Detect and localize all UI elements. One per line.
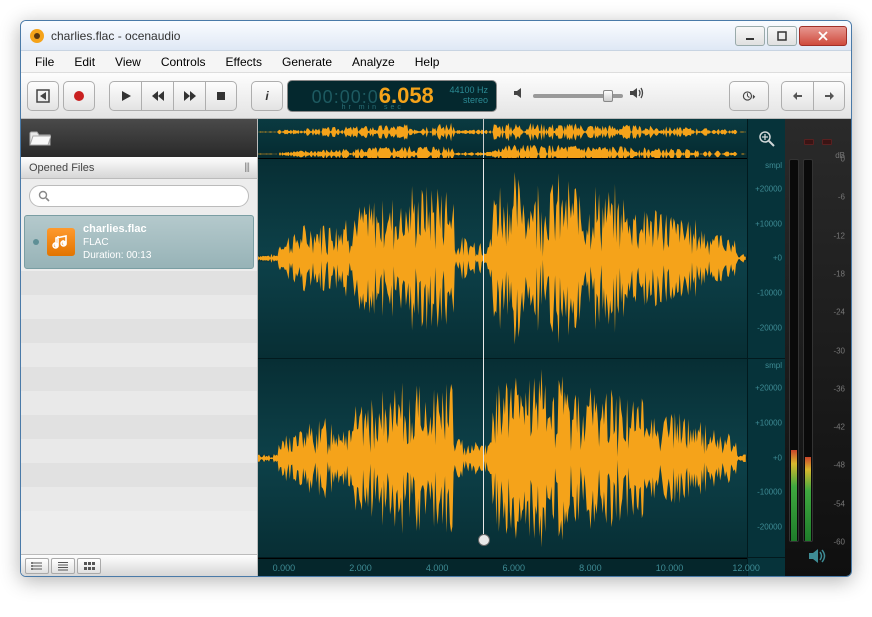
search-input[interactable]: [50, 190, 240, 202]
amp-scale-left: smpl+20000+10000+0-10000-20000: [748, 159, 785, 359]
timecode-display[interactable]: 00:00:06.058 hr min sec 44100 Hz stereo: [287, 80, 497, 112]
transport-group: [109, 81, 237, 111]
file-duration: Duration: 00:13: [83, 249, 151, 262]
timeline-tick: 8.000: [579, 563, 602, 573]
window-title: charlies.flac - ocenaudio: [51, 29, 735, 43]
toolbar: i 00:00:06.058 hr min sec 44100 Hz stere…: [21, 73, 851, 119]
menu-file[interactable]: File: [25, 53, 64, 71]
meter-scale: dB0-6-12-18-24-30-36-42-48-54-60: [817, 159, 847, 542]
list-row: [21, 463, 257, 487]
zoom-in-icon[interactable]: [758, 130, 776, 148]
file-thumb-icon: [47, 228, 75, 256]
window-controls: [735, 26, 847, 46]
timeline-ruler[interactable]: 0.0002.0004.0006.0008.00010.00012.000: [258, 558, 747, 576]
clip-indicator-left[interactable]: [804, 139, 814, 145]
menu-edit[interactable]: Edit: [64, 53, 105, 71]
list-row: [21, 295, 257, 319]
view-list-button[interactable]: [25, 558, 49, 574]
timeline-tick: 2.000: [349, 563, 372, 573]
list-row: [21, 487, 257, 511]
meter-bar-right: [803, 159, 813, 542]
meter-bar-left: [789, 159, 799, 542]
file-meta: charlies.flac FLAC Duration: 00:13: [83, 222, 151, 262]
timecode-rate: 44100 Hz stereo: [449, 86, 488, 106]
nav-group: [781, 81, 845, 111]
active-dot-icon: [33, 239, 39, 245]
minimize-button[interactable]: [735, 26, 765, 46]
list-row: [21, 391, 257, 415]
goto-start-button[interactable]: [27, 81, 59, 111]
waveform-overview[interactable]: [258, 119, 747, 159]
history-button[interactable]: [729, 81, 769, 111]
titlebar: charlies.flac - ocenaudio: [21, 21, 851, 51]
speaker-icon[interactable]: [808, 548, 828, 564]
channel-left[interactable]: [258, 159, 747, 359]
sidebar-folder-bar[interactable]: [21, 119, 257, 157]
play-button[interactable]: [109, 81, 141, 111]
clip-indicator-right[interactable]: [822, 139, 832, 145]
record-button[interactable]: [63, 81, 95, 111]
volume-high-icon: [629, 86, 645, 105]
list-row: [21, 271, 257, 295]
list-row: [21, 319, 257, 343]
sidebar-search: [21, 179, 257, 213]
menu-effects[interactable]: Effects: [216, 53, 272, 71]
volume-slider[interactable]: [533, 94, 623, 98]
amplitude-scale: smpl+20000+10000+0-10000-20000 smpl+2000…: [747, 119, 785, 576]
timeline-tick: 10.000: [656, 563, 684, 573]
amp-scale-right: smpl+20000+10000+0-10000-20000: [748, 359, 785, 559]
file-name: charlies.flac: [83, 222, 151, 236]
playhead[interactable]: [483, 159, 484, 540]
view-grid-button[interactable]: [77, 558, 101, 574]
volume-low-icon: [513, 86, 527, 105]
volume-thumb[interactable]: [603, 90, 613, 102]
search-icon: [38, 190, 50, 202]
folder-icon: [29, 129, 51, 147]
list-row: [21, 343, 257, 367]
stop-button[interactable]: [205, 81, 237, 111]
app-icon: [29, 28, 45, 44]
sidebar-footer: [21, 554, 257, 576]
nav-back-button[interactable]: [781, 81, 813, 111]
content-area: Opened Files ||| charlies.flac FLA: [21, 119, 851, 576]
menu-help[interactable]: Help: [405, 53, 450, 71]
file-list: charlies.flac FLAC Duration: 00:13: [21, 213, 257, 554]
sidebar-header: Opened Files |||: [21, 157, 257, 179]
svg-text:i: i: [265, 89, 269, 103]
menu-controls[interactable]: Controls: [151, 53, 216, 71]
timeline-tick: 0.000: [273, 563, 296, 573]
volume-control: [513, 86, 645, 105]
menubar: File Edit View Controls Effects Generate…: [21, 51, 851, 73]
timecode-unit-labels: hr min sec: [296, 104, 449, 111]
timeline-tick: 4.000: [426, 563, 449, 573]
menu-generate[interactable]: Generate: [272, 53, 342, 71]
maximize-button[interactable]: [767, 26, 797, 46]
sidebar: Opened Files ||| charlies.flac FLA: [21, 119, 258, 576]
view-compact-button[interactable]: [51, 558, 75, 574]
channel-right[interactable]: [258, 359, 747, 559]
rewind-button[interactable]: [141, 81, 173, 111]
timeline-tick: 6.000: [503, 563, 526, 573]
timeline-tick: 12.000: [732, 563, 760, 573]
list-row: [21, 415, 257, 439]
waveform-channels[interactable]: [258, 159, 747, 558]
file-list-item[interactable]: charlies.flac FLAC Duration: 00:13: [24, 215, 254, 269]
menu-view[interactable]: View: [105, 53, 151, 71]
nav-forward-button[interactable]: [813, 81, 845, 111]
waveform-main: 0.0002.0004.0006.0008.00010.00012.000: [258, 119, 747, 576]
list-row: [21, 439, 257, 463]
overview-playhead[interactable]: [483, 119, 484, 158]
info-button[interactable]: i: [251, 81, 283, 111]
forward-button[interactable]: [173, 81, 205, 111]
file-format: FLAC: [83, 236, 151, 249]
app-window: charlies.flac - ocenaudio File Edit View…: [20, 20, 852, 577]
list-row: [21, 367, 257, 391]
menu-analyze[interactable]: Analyze: [342, 53, 405, 71]
close-button[interactable]: [799, 26, 847, 46]
waveform-area: 0.000 2.000 4.000 6.000 8.000 10.000 12.000 sm…: [258, 119, 851, 576]
level-meters: dB0-6-12-18-24-30-36-42-48-54-60: [785, 119, 851, 576]
grip-icon[interactable]: |||: [244, 162, 249, 173]
